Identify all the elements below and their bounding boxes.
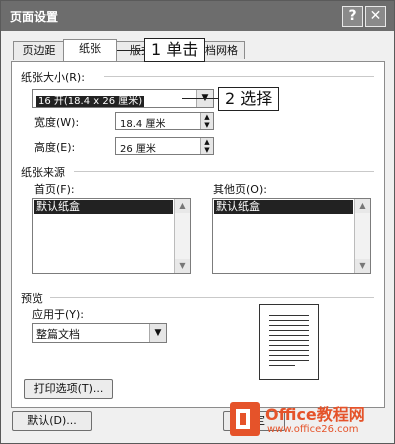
- height-spinner[interactable]: 26 厘米 ▲ ▼: [115, 137, 214, 155]
- preview-line: [269, 325, 309, 326]
- watermark-brand: Office教程网: [265, 405, 365, 424]
- close-button[interactable]: ✕: [365, 6, 386, 27]
- preview-line: [269, 335, 309, 336]
- apply-to-value: 整篇文档: [36, 328, 80, 341]
- scroll-down-icon[interactable]: ▼: [355, 259, 370, 273]
- step2-callout: 2 选择: [218, 87, 280, 111]
- paper-tab-panel: 纸张大小(R): 16 开(18.4 x 26 厘米) ▼ 宽度(W): 18.…: [11, 61, 385, 408]
- divider: [104, 76, 374, 77]
- step1-callout: 1 单击: [144, 38, 206, 62]
- other-pages-label: 其他页(O):: [213, 183, 267, 196]
- preview-line: [269, 315, 309, 316]
- apply-to-label: 应用于(Y):: [32, 308, 85, 321]
- scrollbar[interactable]: ▲ ▼: [174, 199, 190, 273]
- spin-arrows-icon[interactable]: ▲ ▼: [200, 138, 213, 154]
- list-item[interactable]: 默认纸盒: [214, 200, 353, 214]
- width-label: 宽度(W):: [34, 116, 80, 129]
- spin-arrows-icon[interactable]: ▲ ▼: [200, 113, 213, 129]
- preview-line: [269, 330, 309, 331]
- scroll-up-icon[interactable]: ▲: [355, 199, 370, 213]
- first-page-list[interactable]: 默认纸盒 ▲ ▼: [32, 198, 191, 274]
- print-options-button[interactable]: 打印选项(T)...: [24, 379, 113, 399]
- width-spinner[interactable]: 18.4 厘米 ▲ ▼: [115, 112, 214, 130]
- tab-margins[interactable]: 页边距: [13, 41, 65, 60]
- preview-group-label: 预览: [21, 292, 43, 305]
- preview-line: [269, 355, 309, 356]
- divider: [50, 297, 374, 298]
- other-pages-list[interactable]: 默认纸盒 ▲ ▼: [212, 198, 371, 274]
- width-value: 18.4 厘米: [120, 119, 166, 130]
- preview-line: [269, 340, 309, 341]
- divider: [74, 171, 374, 172]
- tab-paper[interactable]: 纸张: [63, 39, 117, 61]
- page-setup-dialog: 页面设置 ? ✕ 页边距 纸张 版式 文档网格 纸张大小(R): 16 开(18…: [0, 0, 395, 444]
- callout-pointer: [182, 98, 218, 99]
- office-watermark: Office教程网 www.office26.com: [227, 399, 393, 441]
- page-preview: [259, 304, 319, 380]
- watermark-url: www.office26.com: [267, 424, 359, 435]
- preview-line: [269, 320, 309, 321]
- chevron-down-icon[interactable]: ▼: [149, 324, 166, 342]
- default-button[interactable]: 默认(D)...: [12, 411, 92, 431]
- paper-size-value: 16 开(18.4 x 26 厘米): [36, 96, 145, 107]
- preview-line: [269, 365, 295, 366]
- window-title: 页面设置: [10, 10, 59, 24]
- height-label: 高度(E):: [34, 141, 76, 154]
- list-item[interactable]: 默认纸盒: [34, 200, 173, 214]
- scrollbar[interactable]: ▲ ▼: [354, 199, 370, 273]
- apply-to-dropdown[interactable]: 整篇文档 ▼: [32, 323, 167, 343]
- height-value: 26 厘米: [120, 144, 156, 155]
- preview-line: [269, 345, 309, 346]
- scroll-down-icon[interactable]: ▼: [175, 259, 190, 273]
- title-bar: 页面设置 ? ✕: [1, 1, 394, 31]
- scroll-up-icon[interactable]: ▲: [175, 199, 190, 213]
- preview-line: [269, 360, 309, 361]
- paper-source-group-label: 纸张来源: [21, 166, 65, 179]
- preview-line: [269, 350, 309, 351]
- first-page-label: 首页(F):: [34, 183, 75, 196]
- paper-size-group-label: 纸张大小(R):: [21, 71, 85, 84]
- help-button[interactable]: ?: [342, 6, 363, 27]
